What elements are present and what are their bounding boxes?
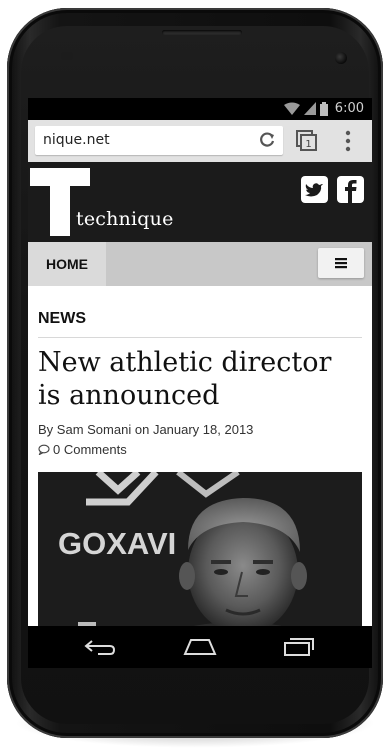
browser-toolbar: nique.net 1 — [28, 120, 372, 162]
recents-icon[interactable] — [283, 637, 315, 657]
android-nav-bar — [28, 626, 372, 668]
signal-icon — [303, 102, 316, 115]
twitter-icon — [305, 183, 323, 197]
back-icon[interactable] — [84, 638, 116, 656]
article-headline[interactable]: New athletic director is announced — [38, 346, 362, 412]
facebook-icon — [345, 180, 357, 203]
proximity-sensor — [61, 52, 73, 60]
status-time: 6:00 — [334, 101, 364, 116]
publish-date: January 18, 2013 — [152, 422, 254, 437]
article-content: NEWS New athletic director is announced … — [28, 286, 372, 668]
front-camera — [335, 52, 347, 64]
wifi-icon — [283, 102, 300, 115]
comments-count: 0 Comments — [53, 442, 127, 457]
earpiece-speaker — [162, 30, 242, 35]
byline-prefix: By — [38, 422, 54, 437]
tab-count: 1 — [305, 139, 311, 150]
facebook-button[interactable] — [337, 176, 364, 203]
url-field[interactable]: nique.net — [35, 126, 283, 155]
main-nav: HOME — [28, 242, 372, 286]
hamburger-icon — [335, 258, 347, 269]
backdrop-text: GOXAVI — [58, 526, 176, 561]
date-prefix: on — [134, 422, 150, 437]
home-icon[interactable] — [183, 638, 217, 656]
tabs-icon[interactable]: 1 — [296, 130, 318, 152]
nav-menu-toggle[interactable] — [318, 248, 364, 278]
section-label[interactable]: NEWS — [38, 310, 86, 328]
phone-screen: 6:00 nique.net 1 T technique HOME NEWS N… — [28, 98, 372, 668]
comment-icon — [38, 444, 50, 455]
reload-icon[interactable] — [257, 130, 277, 150]
twitter-button[interactable] — [301, 176, 328, 203]
byline: By Sam Somani on January 18, 2013 — [38, 422, 253, 437]
logo-wordmark: technique — [76, 208, 174, 230]
status-bar: 6:00 — [28, 98, 372, 120]
nav-home[interactable]: HOME — [28, 242, 106, 286]
author-link[interactable]: Sam Somani — [57, 422, 131, 437]
url-text: nique.net — [43, 132, 110, 148]
section-divider — [38, 337, 362, 338]
battery-icon — [319, 101, 328, 116]
site-header: T technique — [28, 162, 372, 242]
overflow-menu-icon[interactable] — [344, 130, 352, 152]
comments-link[interactable]: 0 Comments — [38, 442, 127, 457]
